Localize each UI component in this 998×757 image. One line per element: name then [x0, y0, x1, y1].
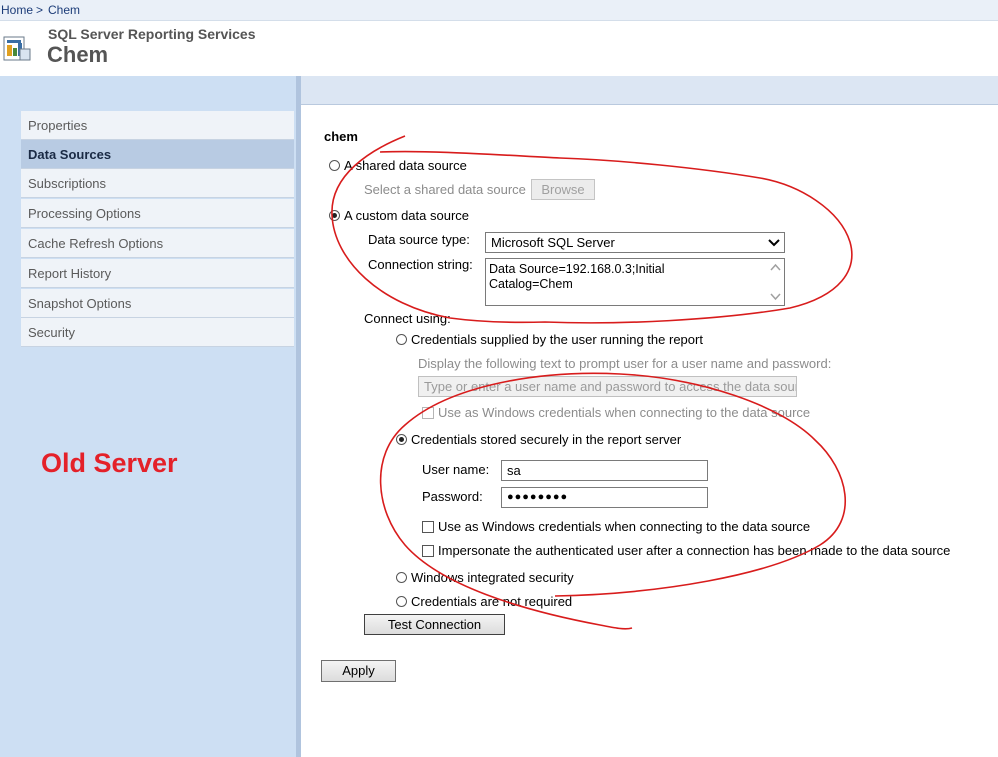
custom-data-source-radio[interactable]: [329, 210, 340, 221]
page-title: Chem: [47, 42, 109, 67]
password-label: Password:: [422, 489, 483, 504]
apply-button[interactable]: Apply: [321, 660, 396, 682]
data-source-type-label: Data source type:: [368, 232, 470, 247]
breadcrumb-separator: >: [36, 3, 44, 17]
sidebar-item-properties[interactable]: Properties: [21, 111, 294, 140]
not-required-label: Credentials are not required: [411, 594, 573, 609]
windows-integrated-radio[interactable]: [396, 572, 407, 583]
annotation-label: Old Server: [41, 448, 178, 478]
sidebar-item-report-history[interactable]: Report History: [21, 259, 294, 288]
data-source-type-value: Microsoft SQL Server: [491, 235, 615, 250]
windows-integrated-label: Windows integrated security: [411, 570, 574, 585]
impersonate-checkbox[interactable]: [422, 545, 434, 557]
connect-using-label: Connect using:: [364, 311, 451, 326]
connection-string-line-2: Catalog=Chem: [489, 277, 573, 291]
sidebar-item-processing-options[interactable]: Processing Options: [21, 199, 294, 228]
sidebar-item-data-sources[interactable]: Data Sources: [21, 140, 294, 169]
shared-select-label: Select a shared data source: [364, 182, 526, 197]
stored-windows-credentials-checkbox[interactable]: [422, 521, 434, 533]
prompt-text-label: Display the following text to prompt use…: [418, 356, 832, 371]
username-label: User name:: [422, 462, 490, 477]
datasource-name: chem: [324, 129, 358, 144]
toolbar: [301, 76, 998, 105]
credentials-user-radio[interactable]: [396, 334, 407, 345]
username-input[interactable]: sa: [501, 460, 708, 481]
sidebar-item-snapshot-options[interactable]: Snapshot Options: [21, 289, 294, 318]
shared-data-source-radio[interactable]: [329, 160, 340, 171]
prompt-windows-credentials-checkbox[interactable]: [422, 407, 434, 419]
sidebar-item-security[interactable]: Security: [21, 318, 294, 347]
test-connection-button[interactable]: Test Connection: [364, 614, 505, 635]
breadcrumb-current[interactable]: Chem: [48, 3, 80, 17]
breadcrumb: Home > Chem: [0, 0, 998, 21]
prompt-text-input[interactable]: Type or enter a user name and password t…: [418, 376, 797, 397]
app-name: SQL Server Reporting Services: [48, 26, 256, 42]
prompt-windows-credentials-label: Use as Windows credentials when connecti…: [438, 405, 811, 420]
shared-data-source-label: A shared data source: [344, 158, 467, 173]
browse-button[interactable]: Browse: [531, 179, 595, 200]
textarea-scrollbar[interactable]: [769, 261, 782, 303]
connection-string-label: Connection string:: [368, 257, 473, 272]
stored-windows-credentials-label: Use as Windows credentials when connecti…: [438, 519, 811, 534]
report-icon: [3, 34, 31, 62]
impersonate-label: Impersonate the authenticated user after…: [438, 543, 951, 558]
chevron-down-icon: [767, 233, 781, 252]
connection-string-line-1: Data Source=192.168.0.3;Initial: [489, 262, 665, 276]
password-input[interactable]: ●●●●●●●●: [501, 487, 708, 508]
not-required-radio[interactable]: [396, 596, 407, 607]
data-source-type-select[interactable]: Microsoft SQL Server: [485, 232, 785, 253]
credentials-stored-radio[interactable]: [396, 434, 407, 445]
credentials-stored-label: Credentials stored securely in the repor…: [411, 432, 682, 447]
breadcrumb-home-link[interactable]: Home: [1, 3, 33, 17]
credentials-user-label: Credentials supplied by the user running…: [411, 332, 703, 347]
connection-string-textarea[interactable]: Data Source=192.168.0.3;Initial Catalog=…: [485, 258, 785, 306]
custom-data-source-label: A custom data source: [344, 208, 470, 223]
sidebar-divider: [296, 76, 301, 757]
sidebar-item-subscriptions[interactable]: Subscriptions: [21, 169, 294, 198]
sidebar-item-cache-refresh-options[interactable]: Cache Refresh Options: [21, 229, 294, 258]
